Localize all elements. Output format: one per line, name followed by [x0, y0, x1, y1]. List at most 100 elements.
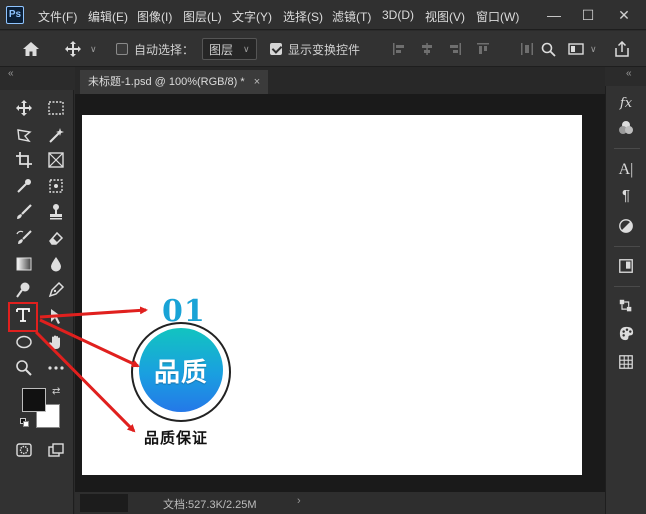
frame-tool[interactable]: [44, 148, 68, 172]
tools-panel: ⇄: [0, 90, 74, 514]
menu-select[interactable]: 选择(S): [283, 8, 323, 25]
distribute-button[interactable]: [520, 31, 534, 67]
right-panel-dock: fx A| ¶: [605, 86, 646, 514]
eyedropper-icon: [17, 179, 31, 193]
dodge-icon: [16, 282, 30, 298]
brush-tool[interactable]: [12, 200, 36, 224]
minimize-button[interactable]: —: [540, 4, 568, 26]
document-size-status: 文档:527.3K/2.25M: [163, 499, 257, 511]
maximize-button[interactable]: ☐: [574, 4, 602, 26]
close-tab-icon[interactable]: ×: [254, 76, 260, 88]
layers-link-icon[interactable]: [612, 294, 640, 318]
menu-view[interactable]: 视图(V): [425, 8, 465, 25]
menu-layer[interactable]: 图层(L): [183, 8, 222, 25]
menu-type[interactable]: 文字(Y): [232, 8, 272, 25]
share-button[interactable]: [614, 31, 630, 67]
history-brush-icon: [16, 230, 32, 244]
move-tool[interactable]: [12, 96, 36, 120]
path-selection-tool[interactable]: [44, 304, 68, 328]
gradient-tool[interactable]: [12, 252, 36, 276]
auto-select-label: 自动选择：: [134, 42, 195, 57]
dotted-rect-icon: [49, 179, 63, 193]
adjustments-icon[interactable]: [612, 214, 640, 238]
chevron-down-icon: ∨: [90, 43, 97, 54]
swatches-palette-icon[interactable]: [612, 322, 640, 346]
hand-tool[interactable]: [44, 330, 68, 354]
align-top-icon[interactable]: [476, 42, 490, 56]
eyedropper-tool[interactable]: [12, 174, 36, 198]
panel-divider: [614, 246, 640, 247]
brush-icon: [17, 204, 32, 219]
screen-mode-button[interactable]: [44, 438, 68, 462]
menu-3d[interactable]: 3D(D): [382, 8, 414, 22]
align-right-icon[interactable]: [448, 42, 462, 56]
menu-edit[interactable]: 编辑(E): [88, 8, 128, 25]
home-button[interactable]: [22, 31, 40, 67]
document-tab-title: 未标题-1.psd @ 100%(RGB/8) *: [88, 76, 245, 88]
close-window-button[interactable]: ✕: [610, 4, 638, 26]
ellipse-tool[interactable]: [12, 330, 36, 354]
target-select[interactable]: 图层 ∨: [202, 31, 257, 67]
ruler-tool[interactable]: [44, 174, 68, 198]
collapse-toolbar-icon[interactable]: «: [8, 68, 14, 79]
show-transform-checkbox[interactable]: [270, 43, 282, 55]
photoshop-logo: Ps: [6, 6, 24, 24]
foreground-color-swatch[interactable]: [22, 388, 46, 412]
share-icon: [615, 41, 629, 57]
swap-colors-icon[interactable]: ⇄: [52, 386, 60, 397]
type-tool[interactable]: [8, 302, 38, 332]
align-center-icon[interactable]: [420, 42, 434, 56]
search-button[interactable]: [541, 31, 556, 67]
eraser-icon: [49, 231, 64, 245]
zoom-level-field[interactable]: [80, 494, 128, 512]
magic-wand-tool[interactable]: [44, 124, 68, 148]
history-brush-tool[interactable]: [12, 226, 36, 250]
menu-file[interactable]: 文件(F): [38, 8, 77, 25]
more-icon: [48, 366, 64, 370]
libraries-icon[interactable]: [612, 254, 640, 278]
stamp-icon: [50, 204, 62, 220]
character-panel-icon[interactable]: A|: [612, 158, 640, 182]
menu-window[interactable]: 窗口(W): [476, 8, 519, 25]
document-canvas[interactable]: [82, 115, 582, 475]
auto-select-checkbox[interactable]: [116, 43, 128, 55]
menu-filter[interactable]: 滤镜(T): [332, 8, 371, 25]
quick-mask-button[interactable]: [12, 438, 36, 462]
pen-icon: [48, 281, 65, 298]
blur-tool[interactable]: [44, 252, 68, 276]
move-icon: [65, 41, 81, 57]
crop-tool[interactable]: [12, 148, 36, 172]
marquee-tool[interactable]: [44, 96, 68, 120]
search-icon: [541, 42, 556, 57]
channels-icon[interactable]: [612, 116, 640, 140]
status-menu-arrow[interactable]: ›: [297, 495, 301, 507]
default-colors-icon[interactable]: [20, 418, 30, 428]
more-tools-button[interactable]: [44, 356, 68, 380]
ellipse-icon: [16, 335, 32, 349]
pen-tool[interactable]: [44, 278, 68, 302]
auto-select-option[interactable]: 自动选择：: [116, 31, 194, 67]
eraser-tool[interactable]: [44, 226, 68, 250]
zoom-tool[interactable]: [12, 356, 36, 380]
fx-icon[interactable]: fx: [612, 92, 640, 116]
document-tab[interactable]: 未标题-1.psd @ 100%(RGB/8) * ×: [80, 70, 269, 94]
hand-icon: [49, 335, 60, 349]
move-tool-preset[interactable]: ∨: [64, 31, 97, 67]
menu-image[interactable]: 图像(I): [137, 8, 172, 25]
paragraph-panel-icon[interactable]: ¶: [612, 184, 640, 208]
options-bar: ∨ 自动选择： 图层 ∨ 显示变换控件 ∨: [0, 31, 646, 67]
dodge-tool[interactable]: [12, 278, 36, 302]
canvas-caption-text[interactable]: 品质保证: [144, 427, 208, 448]
magic-wand-icon: [49, 128, 64, 143]
target-select-value: 图层: [209, 42, 234, 57]
align-left-icon[interactable]: [392, 42, 406, 56]
collapse-panels-icon[interactable]: «: [626, 68, 632, 79]
badge-text[interactable]: 品质: [139, 352, 223, 389]
lasso-tool[interactable]: [12, 124, 36, 148]
show-transform-option[interactable]: 显示变换控件: [270, 31, 360, 67]
align-buttons: [392, 31, 490, 67]
grid-table-icon[interactable]: [612, 350, 640, 374]
workspace-switcher[interactable]: ∨: [568, 31, 597, 67]
stamp-tool[interactable]: [44, 200, 68, 224]
menu-bar: Ps 文件(F) 编辑(E) 图像(I) 图层(L) 文字(Y) 选择(S) 滤…: [0, 0, 646, 30]
